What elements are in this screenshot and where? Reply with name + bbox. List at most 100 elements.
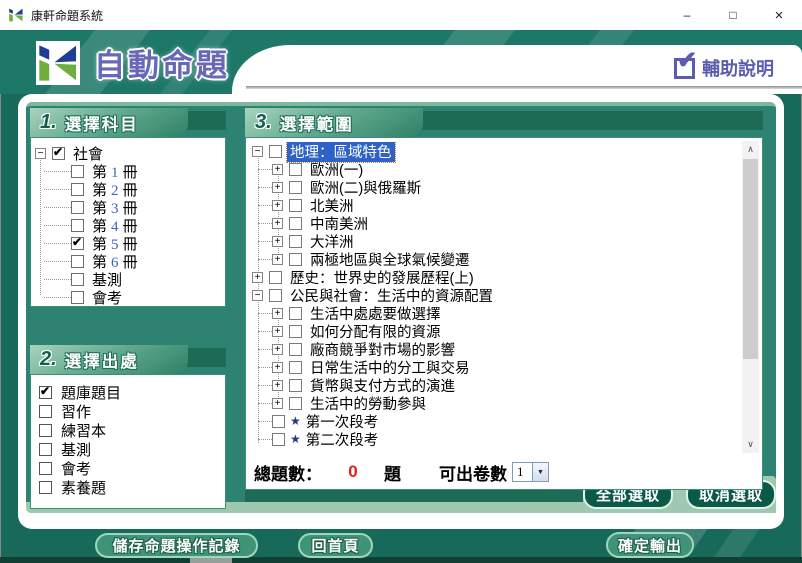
tree-item[interactable]: + 日常生活中的分工與交易 [250,358,740,376]
collapse-icon[interactable]: − [35,148,46,159]
tree-item[interactable]: 第1冊 [35,162,225,180]
list-item[interactable]: 練習本 [39,421,225,440]
checkbox[interactable] [71,291,84,304]
sheet-count-select[interactable]: 1 ▼ [512,462,549,482]
checkbox[interactable] [39,443,52,456]
checkbox[interactable] [71,219,84,232]
tree-item[interactable]: ✔ 第5冊 [35,234,225,252]
checkbox[interactable] [289,307,302,320]
collapse-icon[interactable]: − [252,146,263,157]
list-item[interactable]: ✔ 題庫題目 [39,383,225,402]
checkbox[interactable] [289,343,302,356]
tree-item[interactable]: + 廠商競爭對市場的影響 [250,340,740,358]
checkbox[interactable] [269,145,282,158]
tree-item[interactable]: 基測 [35,270,225,288]
tree-item[interactable]: + 生活中處處要做選擇 [250,304,740,322]
combo-arrow-button[interactable]: ▼ [532,463,548,481]
close-button[interactable]: × [756,0,802,30]
tree-item[interactable]: + 歐洲(一) [250,160,740,178]
confirm-output-button[interactable]: 確定輸出 [606,532,694,558]
tree-item-label[interactable]: 會考 [89,287,133,308]
list-item[interactable]: 習作 [39,402,225,421]
checkbox[interactable] [39,405,52,418]
checkbox[interactable] [289,379,302,392]
list-item-label[interactable]: 練習本 [58,420,109,441]
list-item-label[interactable]: 習作 [58,401,94,422]
checkbox[interactable]: ✔ [71,237,84,250]
list-item[interactable]: 會考 [39,459,225,478]
list-item[interactable]: 素養題 [39,478,225,497]
tree-item[interactable]: ★ 第一次段考 [250,412,740,430]
list-item-label[interactable]: 題庫題目 [58,382,124,403]
checkbox[interactable] [71,183,84,196]
checkbox[interactable] [269,289,282,302]
checkbox[interactable] [71,165,84,178]
checkbox[interactable] [289,199,302,212]
help-button[interactable]: ✔ 輔助說明 [674,55,774,81]
tree-item-label[interactable]: 第二次段考 [303,429,382,450]
tree-item[interactable]: + 歷史：世界史的發展歷程(上) [250,268,740,286]
expand-icon[interactable]: + [272,326,283,337]
tree-item[interactable]: ★ 第二次段考 [250,430,740,448]
expand-icon[interactable]: + [272,362,283,373]
list-item-label[interactable]: 素養題 [58,477,109,498]
minimize-button[interactable]: – [664,0,710,30]
list-item-label[interactable]: 會考 [58,458,94,479]
expand-icon[interactable]: + [272,398,283,409]
tree-item[interactable]: − 公民與社會：生活中的資源配置 [250,286,740,304]
save-record-button[interactable]: 儲存命題操作記錄 [95,533,258,558]
expand-icon[interactable]: + [272,182,283,193]
tree-item[interactable]: 第4冊 [35,216,225,234]
tree-item[interactable]: 第6冊 [35,252,225,270]
tree-item[interactable]: + 貨幣與支付方式的演進 [250,376,740,394]
expand-icon[interactable]: + [272,218,283,229]
tree-item[interactable]: + 中南美洲 [250,214,740,232]
home-button[interactable]: 回首頁 [298,533,373,558]
checkbox[interactable] [289,235,302,248]
collapse-icon[interactable]: − [252,290,263,301]
scrollbar[interactable]: ∧ ∨ [742,141,759,453]
expand-icon[interactable]: + [272,254,283,265]
checkbox[interactable] [289,253,302,266]
tree-item[interactable]: 會考 [35,288,225,306]
scroll-up-button[interactable]: ∧ [742,141,759,158]
tree-item-root[interactable]: − ✔ 社會 [35,144,225,162]
checkbox[interactable] [39,481,52,494]
tree-item[interactable]: − 地理：區域特色 [250,142,740,160]
checkbox[interactable] [71,273,84,286]
tree-item[interactable]: + 兩極地區與全球氣候變遷 [250,250,740,268]
checkbox[interactable] [269,271,282,284]
tree-item[interactable]: 第3冊 [35,198,225,216]
list-item[interactable]: 基測 [39,440,225,459]
checkbox[interactable] [39,424,52,437]
checkbox[interactable] [289,361,302,374]
checkbox[interactable] [289,163,302,176]
checkbox[interactable] [289,397,302,410]
checkbox[interactable]: ✔ [52,147,65,160]
expand-icon[interactable]: + [272,380,283,391]
expand-icon[interactable]: + [272,200,283,211]
scroll-down-button[interactable]: ∨ [742,436,759,453]
maximize-button[interactable]: □ [710,0,756,30]
scrollbar-thumb[interactable] [743,159,758,359]
expand-icon[interactable]: + [252,272,263,283]
tree-item[interactable]: + 歐洲(二)與俄羅斯 [250,178,740,196]
checkbox[interactable] [272,433,285,446]
expand-icon[interactable]: + [272,236,283,247]
checkbox[interactable] [289,325,302,338]
expand-icon[interactable]: + [272,308,283,319]
tree-item[interactable]: + 大洋洲 [250,232,740,250]
checkbox[interactable] [39,462,52,475]
expand-icon[interactable]: + [272,164,283,175]
tree-item[interactable]: + 北美洲 [250,196,740,214]
tree-item[interactable]: + 如何分配有限的資源 [250,322,740,340]
checkbox[interactable] [289,181,302,194]
tree-item[interactable]: + 生活中的勞動參與 [250,394,740,412]
checkbox[interactable]: ✔ [39,386,52,399]
tree-item[interactable]: 第2冊 [35,180,225,198]
checkbox[interactable] [71,201,84,214]
checkbox[interactable] [272,415,285,428]
list-item-label[interactable]: 基測 [58,439,94,460]
expand-icon[interactable]: + [272,344,283,355]
checkbox[interactable] [71,255,84,268]
